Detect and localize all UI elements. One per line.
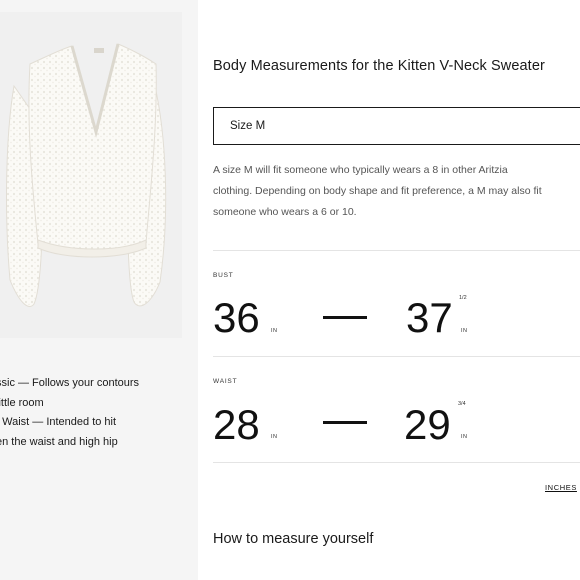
description-line: A size M will fit someone who typically …	[213, 164, 508, 176]
measurements-panel: Body Measurements for the Kitten V-Neck …	[198, 0, 580, 580]
fit-note-line: ssic — Follows your contours	[0, 377, 140, 389]
size-description: A size M will fit someone who typically …	[213, 160, 580, 223]
waist-min-unit: IN	[271, 434, 278, 440]
fit-note-line: little room	[0, 396, 44, 409]
panel-title: Body Measurements for the Kitten V-Neck …	[213, 58, 545, 74]
bust-max-fraction: 1/2	[459, 295, 467, 301]
left-panel: ssic — Follows your contours little room…	[0, 0, 198, 580]
units-toggle-link[interactable]: INCHES	[545, 483, 577, 492]
waist-label: WAIST	[213, 378, 238, 385]
bust-min-unit: IN	[271, 328, 278, 334]
waist-min-value: 28	[213, 401, 260, 448]
bust-max-unit: IN	[461, 328, 468, 334]
waist-max-unit: IN	[461, 434, 468, 440]
range-dash	[323, 316, 367, 319]
description-line: clothing. Depending on body shape and fi…	[213, 185, 542, 197]
how-to-measure-heading: How to measure yourself	[213, 531, 374, 547]
fit-note-line: en the waist and high hip	[0, 435, 118, 448]
size-select-value: Size M	[230, 120, 266, 132]
bust-max-value: 37	[406, 294, 453, 341]
divider	[213, 250, 580, 251]
fit-note-line: : Waist — Intended to hit	[0, 416, 117, 428]
size-select[interactable]: Size M	[213, 107, 580, 145]
range-dash	[323, 421, 367, 424]
waist-max-fraction: 3/4	[458, 401, 466, 407]
waist-max-value: 29	[404, 401, 451, 448]
divider	[213, 356, 580, 357]
sweater-illustration	[6, 43, 167, 307]
fit-notes: ssic — Follows your contours little room…	[0, 374, 198, 452]
bust-min-value: 36	[213, 294, 260, 341]
description-line: someone who wears a 6 or 10.	[213, 206, 357, 218]
bust-label: BUST	[213, 272, 234, 279]
divider	[213, 462, 580, 463]
product-image	[0, 12, 182, 338]
